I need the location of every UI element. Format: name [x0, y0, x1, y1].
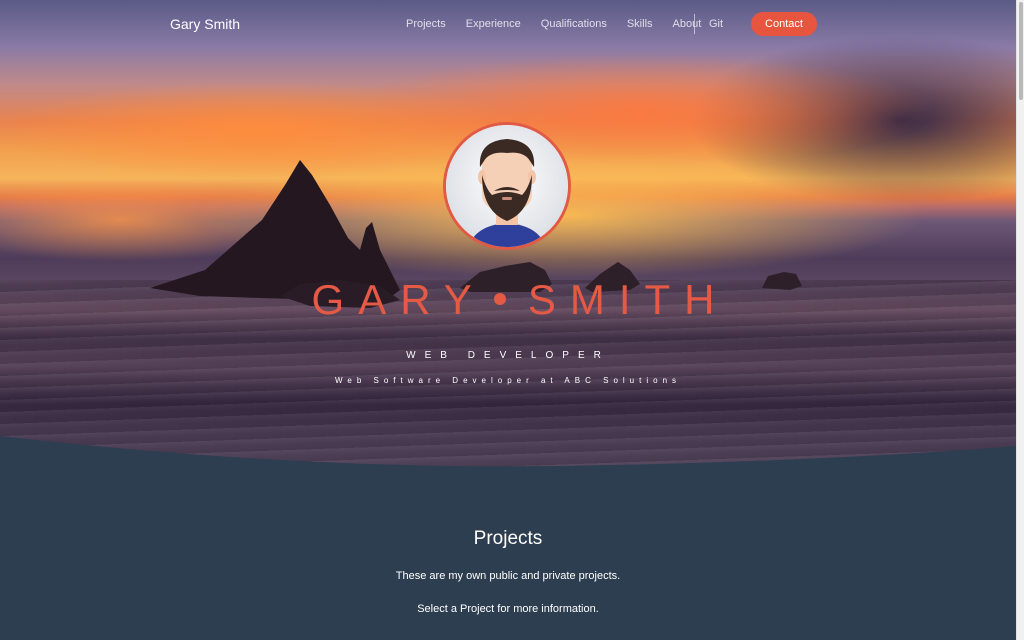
nav-link-experience[interactable]: Experience [466, 18, 521, 30]
projects-hint: Select a Project for more information. [417, 603, 599, 615]
hero-name: GARY SMITH [0, 276, 1024, 324]
nav-link-about[interactable]: About [673, 18, 702, 30]
projects-description: These are my own public and private proj… [395, 570, 621, 582]
hero-last-name: SMITH [527, 276, 729, 323]
brand-link[interactable]: Gary Smith [170, 16, 240, 32]
scrollbar-thumb[interactable] [1019, 2, 1023, 100]
nav-links: Projects Experience Qualifications Skill… [406, 18, 721, 30]
bearded-man-avatar-icon [443, 122, 571, 250]
hero-subtitle: Web Software Developer at ABC Solutions [334, 376, 682, 385]
nav-link-qualifications[interactable]: Qualifications [541, 18, 607, 30]
nav-divider [694, 14, 695, 34]
portfolio-page: Gary Smith Projects Experience Qualifica… [0, 0, 1024, 640]
projects-heading: Projects [473, 528, 543, 549]
top-navbar: Gary Smith Projects Experience Qualifica… [0, 0, 1016, 50]
nav-link-skills[interactable]: Skills [627, 18, 653, 30]
hero-first-name: GARY [311, 276, 486, 323]
nav-link-git[interactable]: Git [709, 18, 723, 30]
avatar-illustration [446, 125, 568, 247]
hero-role: WEB DEVELOPER [406, 350, 610, 361]
name-separator-dot [493, 292, 506, 305]
hero-bottom-curve [0, 436, 1016, 470]
nav-link-projects[interactable]: Projects [406, 18, 446, 30]
contact-button[interactable]: Contact [751, 12, 817, 36]
